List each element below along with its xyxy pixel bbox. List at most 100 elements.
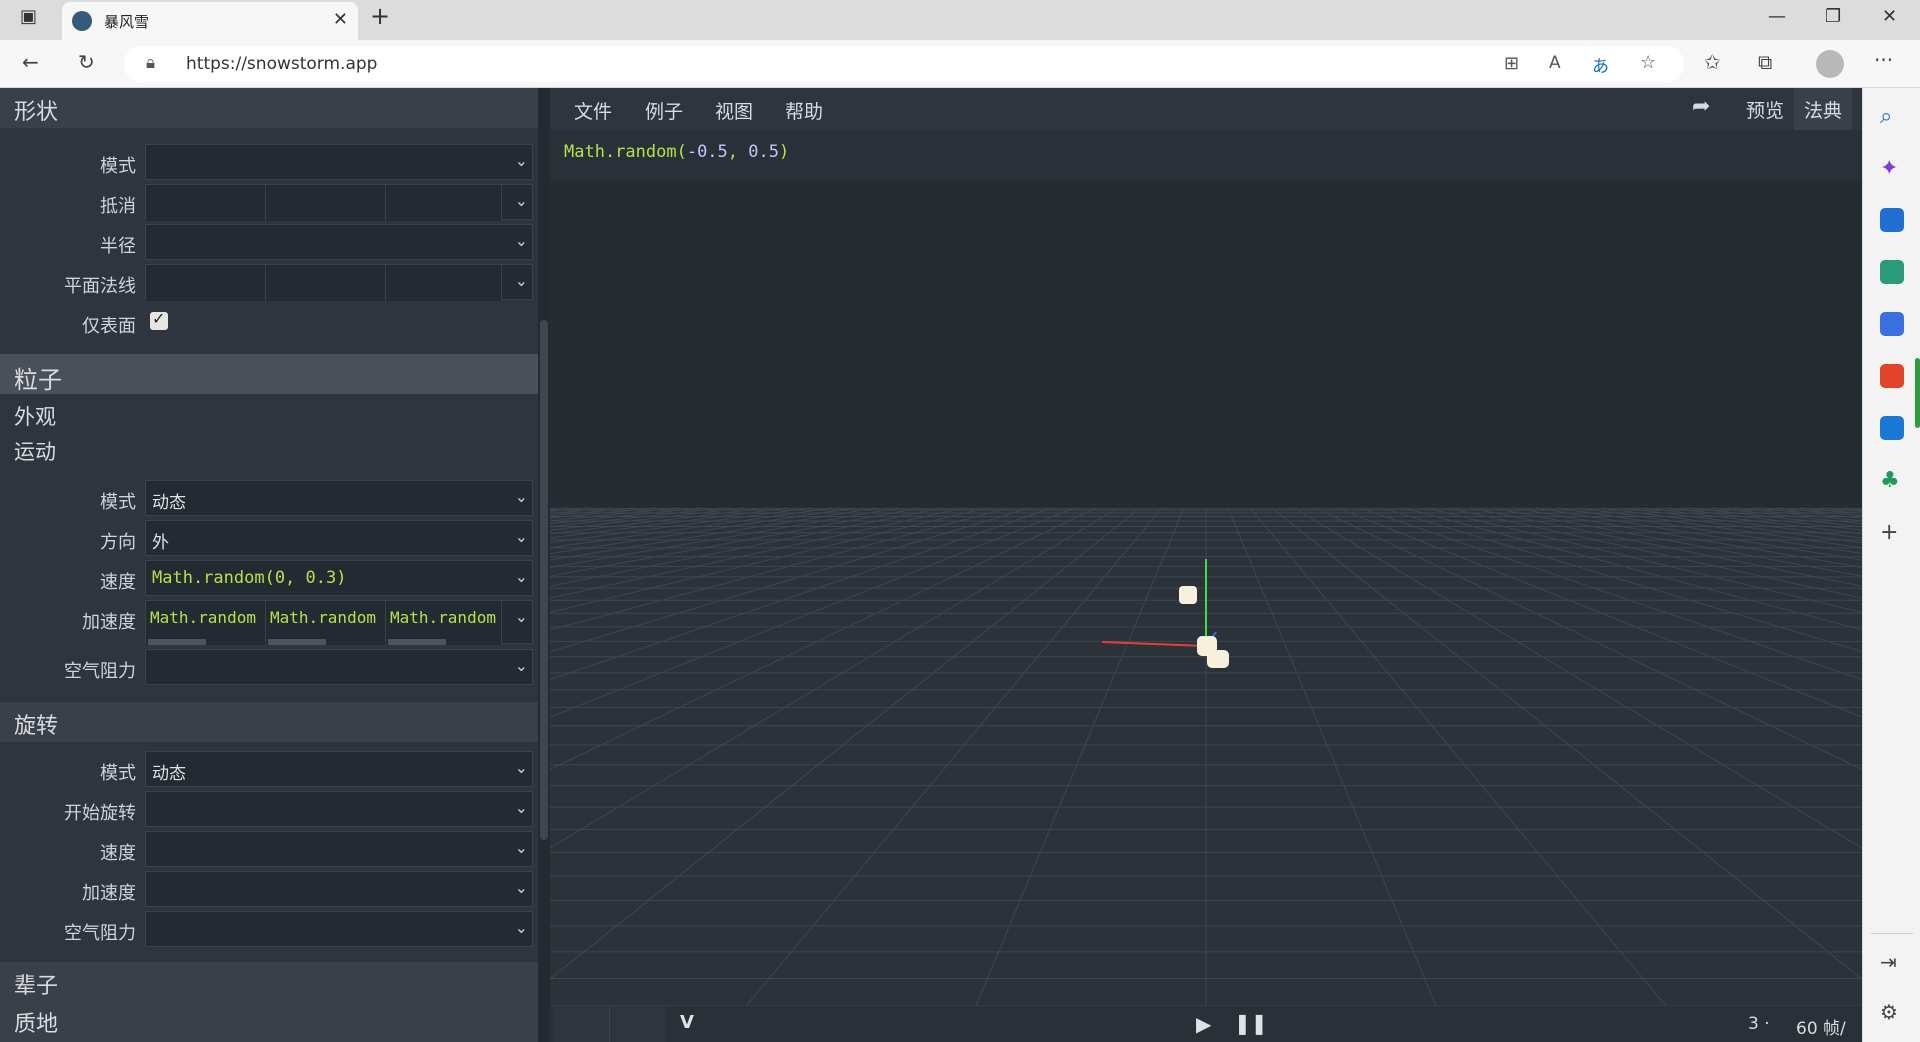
normal-x-input[interactable] xyxy=(146,265,266,301)
read-aloud-icon[interactable]: A xyxy=(1549,53,1561,73)
bottom-slot-2[interactable] xyxy=(610,1006,666,1042)
texture-link[interactable]: 质地 xyxy=(14,1006,58,1038)
outlook-icon[interactable] xyxy=(1880,416,1904,440)
accel-z-input[interactable]: Math.random xyxy=(386,601,502,645)
expression-bar[interactable]: Math.random(-0.5, 0.5) xyxy=(550,130,1862,180)
app-icon[interactable]: ⊞ xyxy=(1504,53,1519,74)
speed-value: Math.random(0, 0.3) xyxy=(152,568,347,588)
rotation-speed-input[interactable]: ⌄ xyxy=(145,831,533,867)
accel-y-input[interactable]: Math.random xyxy=(266,601,386,645)
browser-tab[interactable]: 暴风雪 ✕ xyxy=(62,2,358,40)
offset-x-input[interactable] xyxy=(146,185,266,221)
offset-y-input[interactable] xyxy=(266,185,386,221)
chevron-down-icon[interactable]: ⌄ xyxy=(515,271,528,290)
motion-mode-select[interactable]: 动态 ⌄ xyxy=(145,480,533,516)
back-icon[interactable]: ← xyxy=(22,50,39,74)
shape-section-header[interactable]: 形状 xyxy=(0,88,538,128)
acceleration-field[interactable]: Math.random Math.random Math.random ⌄ xyxy=(145,600,533,645)
3d-viewport[interactable] xyxy=(550,180,1862,1006)
translate-icon[interactable]: あ xyxy=(1592,52,1609,77)
new-tab-button[interactable]: + xyxy=(370,2,390,30)
chevron-down-icon[interactable]: ⌄ xyxy=(515,191,528,210)
shape-mode-select[interactable]: ⌄ xyxy=(145,144,533,180)
chevron-down-icon[interactable]: ⌄ xyxy=(515,838,528,857)
more-icon[interactable]: ··· xyxy=(1874,48,1893,72)
tab-codex[interactable]: 法典 xyxy=(1794,88,1853,130)
tab-preview[interactable]: 预览 xyxy=(1736,88,1794,130)
minimize-icon[interactable]: — xyxy=(1768,6,1786,27)
settings-icon[interactable]: ⚙ xyxy=(1880,1000,1904,1024)
speed-label: 速度 xyxy=(100,572,136,593)
favorites-icon[interactable]: ✩ xyxy=(1704,50,1721,74)
shopping-icon[interactable] xyxy=(1880,208,1904,232)
chevron-down-icon[interactable]: ⌄ xyxy=(515,798,528,817)
menu-file[interactable]: 文件 xyxy=(574,97,612,124)
url-text: https://snowstorm.app xyxy=(186,54,378,74)
bottom-slot-1[interactable] xyxy=(554,1006,610,1042)
offset-field[interactable]: ⌄ xyxy=(145,184,533,221)
surface-only-checkbox[interactable] xyxy=(150,309,168,330)
surface-only-label: 仅表面 xyxy=(82,316,136,337)
menu-view[interactable]: 视图 xyxy=(715,97,753,124)
chevron-down-icon[interactable]: ⌄ xyxy=(515,231,528,250)
address-bar[interactable]: 🔒︎ https://snowstorm.app ⊞ A あ ☆ xyxy=(124,46,1684,82)
rotation-drag-input[interactable]: ⌄ xyxy=(145,911,533,947)
share-icon[interactable]: ➦ xyxy=(1692,94,1710,119)
v-label[interactable]: V xyxy=(680,1012,694,1033)
speed-input[interactable]: Math.random(0, 0.3) ⌄ xyxy=(145,560,533,596)
plane-normal-field[interactable]: ⌄ xyxy=(145,264,533,301)
lifetime-link[interactable]: 辈子 xyxy=(14,968,58,1000)
games-icon[interactable] xyxy=(1880,312,1904,336)
particle xyxy=(1179,586,1197,604)
air-drag-label: 空气阻力 xyxy=(64,661,136,682)
hide-sidebar-icon[interactable]: ⇥ xyxy=(1880,950,1904,974)
offset-z-input[interactable] xyxy=(386,185,502,221)
chevron-down-icon[interactable]: ⌄ xyxy=(515,567,528,586)
tools-icon[interactable] xyxy=(1880,260,1904,284)
play-icon[interactable]: ▶ xyxy=(1196,1012,1211,1036)
rotation-section-header[interactable]: 旋转 xyxy=(0,702,538,742)
snowflake-icon xyxy=(72,11,92,31)
sidebar-toggle-icon[interactable]: ▣ xyxy=(20,6,37,27)
add-icon[interactable]: + xyxy=(1880,520,1904,545)
chevron-down-icon[interactable]: ⌄ xyxy=(515,656,528,675)
rotation-accel-input[interactable]: ⌄ xyxy=(145,871,533,907)
accel-x-value: Math.random xyxy=(150,608,256,627)
tree-icon[interactable]: ♣ xyxy=(1880,468,1904,493)
particle-section-header[interactable]: 粒子 xyxy=(0,354,538,394)
accel-z-bar xyxy=(388,639,446,645)
accel-x-bar xyxy=(148,639,206,645)
favorite-add-icon[interactable]: ☆ xyxy=(1640,52,1656,73)
direction-select[interactable]: 外 ⌄ xyxy=(145,520,533,556)
air-drag-input[interactable]: ⌄ xyxy=(145,649,533,685)
menu-help[interactable]: 帮助 xyxy=(785,97,823,124)
shape-mode-label: 模式 xyxy=(100,156,136,177)
copilot-icon[interactable]: ✦ xyxy=(1880,156,1904,181)
chevron-down-icon[interactable]: ⌄ xyxy=(515,878,528,897)
chevron-down-icon[interactable]: ⌄ xyxy=(515,918,528,937)
normal-z-input[interactable] xyxy=(386,265,502,301)
particle-count: 3 · xyxy=(1748,1014,1770,1034)
restore-icon[interactable]: ❐ xyxy=(1825,6,1841,27)
profile-avatar[interactable] xyxy=(1816,50,1844,78)
chevron-down-icon[interactable]: ⌄ xyxy=(515,607,528,626)
office-icon[interactable] xyxy=(1880,364,1904,388)
close-tab-icon[interactable]: ✕ xyxy=(333,9,348,30)
scrollbar-thumb[interactable] xyxy=(540,320,548,840)
close-window-icon[interactable]: ✕ xyxy=(1882,6,1897,27)
collections-icon[interactable]: ⧉ xyxy=(1758,50,1772,74)
motion-link[interactable]: 运动 xyxy=(14,436,56,466)
panel-scrollbar[interactable] xyxy=(538,88,550,1042)
start-rotation-input[interactable]: ⌄ xyxy=(145,791,533,827)
pause-icon[interactable]: ❚❚ xyxy=(1234,1011,1268,1035)
radius-input[interactable]: ⌄ xyxy=(145,224,533,260)
refresh-icon[interactable]: ↻ xyxy=(78,50,95,74)
accel-x-input[interactable]: Math.random xyxy=(146,601,266,645)
menu-examples[interactable]: 例子 xyxy=(645,97,683,124)
accel-y-value: Math.random xyxy=(270,608,376,627)
appearance-link[interactable]: 外观 xyxy=(14,401,56,431)
rotation-mode-select[interactable]: 动态 ⌄ xyxy=(145,751,533,787)
search-icon[interactable]: ⌕ xyxy=(1880,104,1904,129)
radius-label: 半径 xyxy=(100,236,136,257)
normal-y-input[interactable] xyxy=(266,265,386,301)
